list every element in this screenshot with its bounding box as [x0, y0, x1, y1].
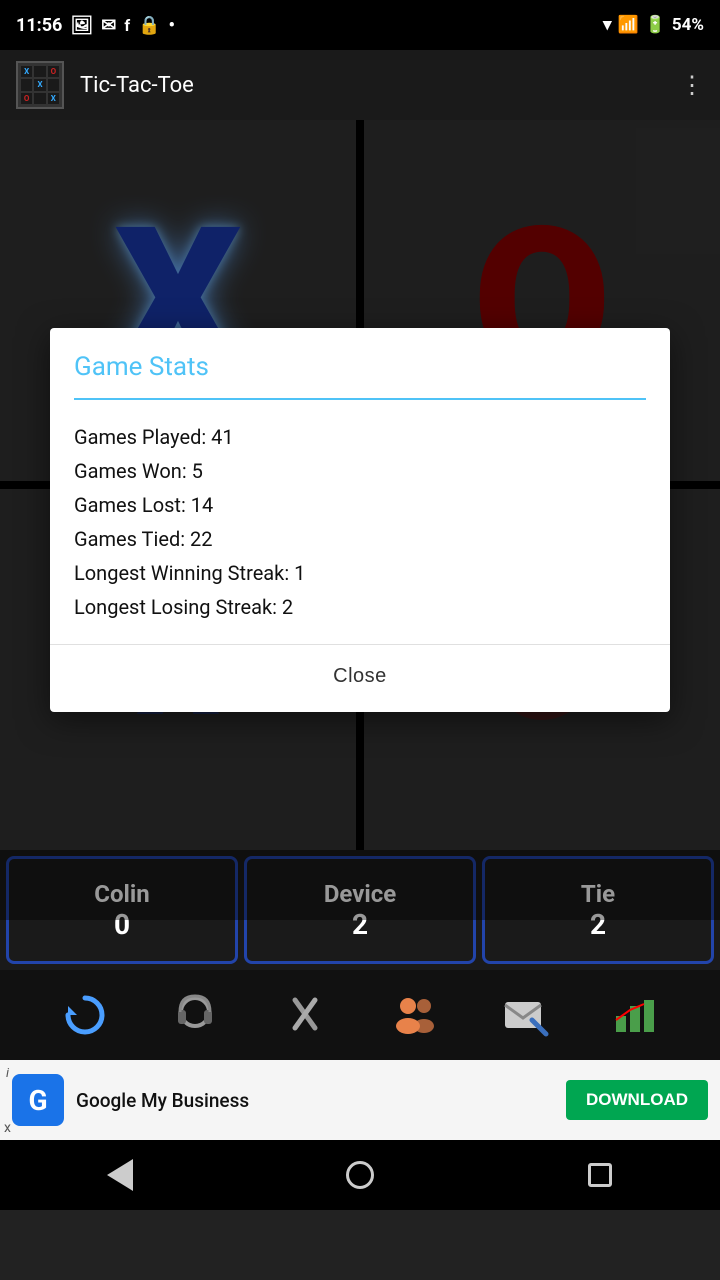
photo-icon: 🖼: [70, 15, 93, 36]
stat-games-tied: Games Tied: 22: [74, 522, 646, 556]
tools-icon[interactable]: [275, 985, 335, 1045]
ad-banner: i x G Google My Business DOWNLOAD: [0, 1060, 720, 1140]
nav-home-button[interactable]: [330, 1155, 390, 1195]
lock-icon: 🔒: [138, 15, 160, 36]
app-title: Tic-Tac-Toe: [80, 73, 680, 98]
ad-download-button[interactable]: DOWNLOAD: [566, 1080, 708, 1120]
facebook-icon: f: [124, 16, 130, 35]
ad-app-name: Google My Business: [76, 1089, 554, 1112]
dot-icon: •: [169, 15, 175, 36]
nav-recents-button[interactable]: [570, 1155, 630, 1195]
status-bar-right: ▾ 📶 🔋 54%: [603, 15, 704, 35]
dialog-content: Games Played: 41 Games Won: 5 Games Lost…: [50, 400, 670, 636]
nav-bar: [0, 1140, 720, 1210]
nav-back-button[interactable]: [90, 1155, 150, 1195]
email-action-icon[interactable]: [495, 985, 555, 1045]
app-icon: X O X O X: [16, 61, 64, 109]
game-stats-dialog: Game Stats Games Played: 41 Games Won: 5…: [50, 328, 670, 712]
dialog-overlay: Game Stats Games Played: 41 Games Won: 5…: [0, 120, 720, 920]
stat-losing-streak: Longest Losing Streak: 2: [74, 590, 646, 624]
status-time: 11:56: [16, 15, 62, 36]
signal-icon: 📶: [618, 15, 639, 35]
headset-icon[interactable]: [165, 985, 225, 1045]
battery-icon: 🔋: [645, 15, 666, 35]
status-bar-left: 11:56 🖼 ✉ f 🔒 •: [16, 15, 175, 36]
recents-icon: [588, 1163, 612, 1187]
back-icon: [107, 1159, 133, 1191]
battery-percent: 54%: [672, 15, 704, 35]
ad-app-icon: G: [12, 1074, 64, 1126]
dialog-actions: Close: [50, 644, 670, 712]
ad-close-icon[interactable]: x: [4, 1120, 11, 1136]
email-icon: ✉: [101, 15, 116, 36]
wifi-icon: ▾: [603, 15, 612, 35]
chart-icon[interactable]: [605, 985, 665, 1045]
status-bar: 11:56 🖼 ✉ f 🔒 • ▾ 📶 🔋 54%: [0, 0, 720, 50]
taskbar: [0, 970, 720, 1060]
refresh-icon[interactable]: [55, 985, 115, 1045]
app-bar: X O X O X Tic-Tac-Toe ⋮: [0, 50, 720, 120]
menu-dots-icon[interactable]: ⋮: [680, 71, 704, 99]
users-icon[interactable]: [385, 985, 445, 1045]
stat-games-lost: Games Lost: 14: [74, 488, 646, 522]
home-icon: [346, 1161, 374, 1189]
stat-winning-streak: Longest Winning Streak: 1: [74, 556, 646, 590]
ad-info-icon: i: [6, 1066, 9, 1081]
dialog-close-button[interactable]: Close: [309, 657, 411, 696]
stat-games-played: Games Played: 41: [74, 420, 646, 454]
stat-games-won: Games Won: 5: [74, 454, 646, 488]
dialog-title: Game Stats: [50, 328, 670, 398]
game-container: X O X Game Stats Games Played: 41 Games …: [0, 120, 720, 850]
